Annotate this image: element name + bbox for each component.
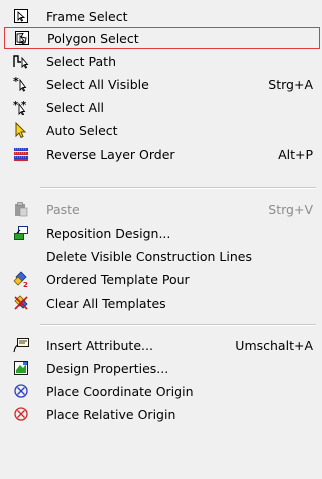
template-pour-icon: 2 (12, 270, 30, 288)
polygon-select-icon (13, 29, 31, 47)
frame-select-icon (12, 7, 30, 25)
menu-item-shortcut: Umschalt+A (235, 337, 313, 353)
menu-separator (40, 187, 316, 189)
design-properties-icon (12, 359, 30, 377)
relative-origin-icon (12, 405, 30, 423)
reposition-design-icon (12, 224, 30, 242)
menu-item-label: Paste (46, 201, 80, 217)
select-all-icon: * * (12, 98, 30, 116)
menu-item-design-properties[interactable]: Design Properties... (4, 357, 320, 379)
svg-text:2: 2 (23, 281, 28, 287)
menu-item-reverse-layer-order[interactable]: Reverse Layer Order Alt+P (4, 143, 320, 165)
menu-item-label: Place Coordinate Origin (46, 383, 194, 399)
menu-item-place-coordinate-origin[interactable]: Place Coordinate Origin (4, 380, 320, 402)
menu-item-shortcut: Strg+A (268, 76, 313, 92)
menu-item-auto-select[interactable]: Auto Select (4, 119, 320, 141)
context-menu: Frame Select Polygon Select Select Path … (0, 0, 322, 479)
menu-item-reposition-design[interactable]: Reposition Design... (4, 222, 320, 244)
menu-item-select-all[interactable]: * * Select All (4, 96, 320, 118)
auto-select-icon (12, 121, 30, 139)
menu-item-paste[interactable]: Paste Strg+V (4, 198, 320, 220)
select-path-icon (12, 52, 30, 70)
menu-item-frame-select[interactable]: Frame Select (4, 5, 320, 27)
menu-item-label: Place Relative Origin (46, 406, 176, 422)
menu-item-shortcut: Alt+P (278, 146, 313, 162)
menu-item-label: Select Path (46, 53, 116, 69)
menu-item-label: Select All (46, 99, 105, 115)
menu-item-ordered-template-pour[interactable]: 2 Ordered Template Pour (4, 268, 320, 290)
menu-item-label: Insert Attribute... (46, 337, 153, 353)
paste-icon (12, 200, 30, 218)
menu-item-insert-attribute[interactable]: Insert Attribute... Umschalt+A (4, 334, 320, 356)
svg-text:*: * (13, 100, 19, 111)
menu-item-label: Select All Visible (46, 76, 149, 92)
menu-item-label: Delete Visible Construction Lines (46, 248, 252, 264)
coordinate-origin-icon (12, 382, 30, 400)
menu-item-label: Ordered Template Pour (46, 271, 190, 287)
menu-item-label: Polygon Select (47, 30, 139, 46)
menu-item-label: Frame Select (46, 8, 128, 24)
menu-item-select-path[interactable]: Select Path (4, 50, 320, 72)
clear-templates-icon (12, 294, 30, 312)
menu-item-polygon-select[interactable]: Polygon Select (4, 27, 320, 49)
insert-attribute-icon (12, 336, 30, 354)
menu-item-label: Design Properties... (46, 360, 169, 376)
layer-order-icon (12, 145, 30, 163)
menu-item-place-relative-origin[interactable]: Place Relative Origin (4, 403, 320, 425)
menu-item-label: Auto Select (46, 122, 118, 138)
svg-text:*: * (13, 76, 19, 88)
menu-item-label: Reverse Layer Order (46, 146, 175, 162)
menu-item-shortcut: Strg+V (268, 201, 313, 217)
menu-item-select-all-visible[interactable]: * Select All Visible Strg+A (4, 73, 320, 95)
menu-item-clear-all-templates[interactable]: Clear All Templates (4, 292, 320, 314)
menu-item-label: Clear All Templates (46, 295, 166, 311)
select-all-visible-icon: * (12, 75, 30, 93)
menu-item-delete-visible-construction-lines[interactable]: Delete Visible Construction Lines (4, 245, 320, 267)
menu-item-label: Reposition Design... (46, 225, 171, 241)
menu-separator (40, 324, 316, 326)
